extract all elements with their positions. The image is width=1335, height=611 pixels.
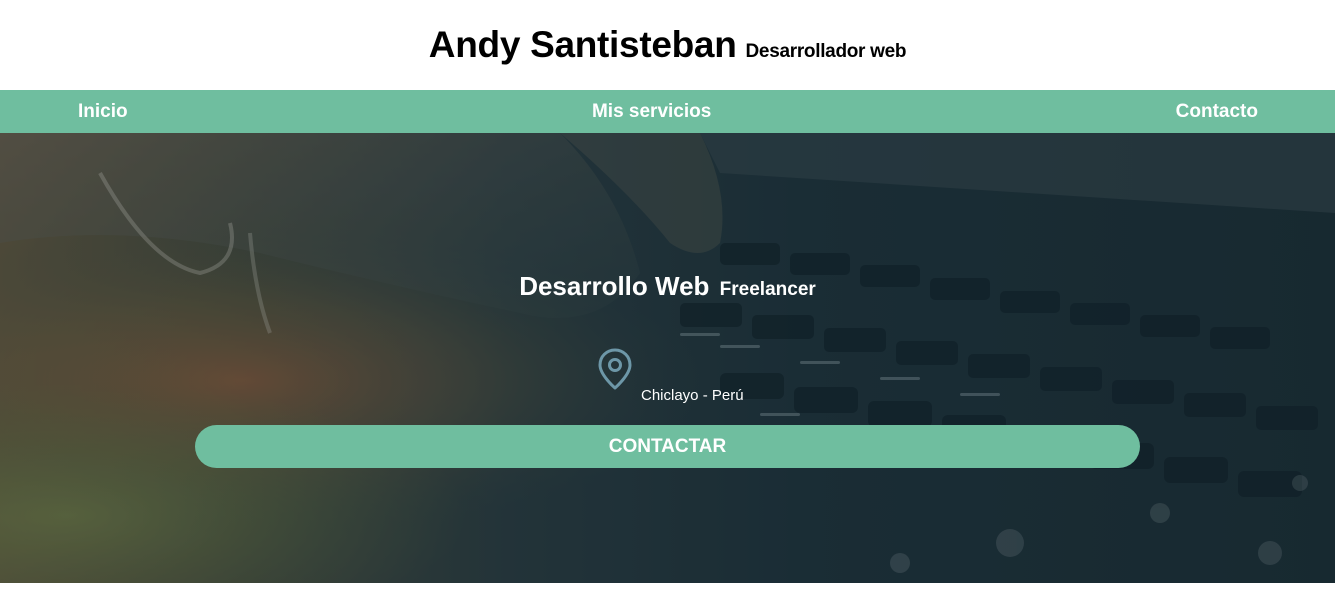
map-pin-icon	[596, 347, 634, 396]
hero-section: Desarrollo Web Freelancer Chiclayo - Per…	[0, 133, 1335, 583]
nav-link-inicio[interactable]: Inicio	[78, 101, 128, 123]
location: Chiclayo - Perú	[596, 347, 744, 404]
hero-title-main: Desarrollo Web	[519, 271, 710, 301]
nav-link-mis-servicios[interactable]: Mis servicios	[592, 101, 711, 123]
contact-button[interactable]: CONTACTAR	[195, 425, 1140, 468]
location-text: Chiclayo - Perú	[641, 387, 744, 404]
nav-link-contacto[interactable]: Contacto	[1176, 101, 1258, 123]
hero-title: Desarrollo Web Freelancer	[0, 271, 1335, 302]
site-tagline: Desarrollador web	[745, 41, 907, 62]
main-nav: Inicio Mis servicios Contacto	[0, 90, 1335, 133]
hero-title-sub: Freelancer	[719, 279, 816, 300]
site-header: Andy Santisteban Desarrollador web	[0, 0, 1335, 90]
hero-content: Desarrollo Web Freelancer Chiclayo - Per…	[0, 133, 1335, 583]
site-name: Andy Santisteban	[428, 24, 737, 65]
site-title: Andy Santisteban Desarrollador web	[428, 24, 907, 66]
